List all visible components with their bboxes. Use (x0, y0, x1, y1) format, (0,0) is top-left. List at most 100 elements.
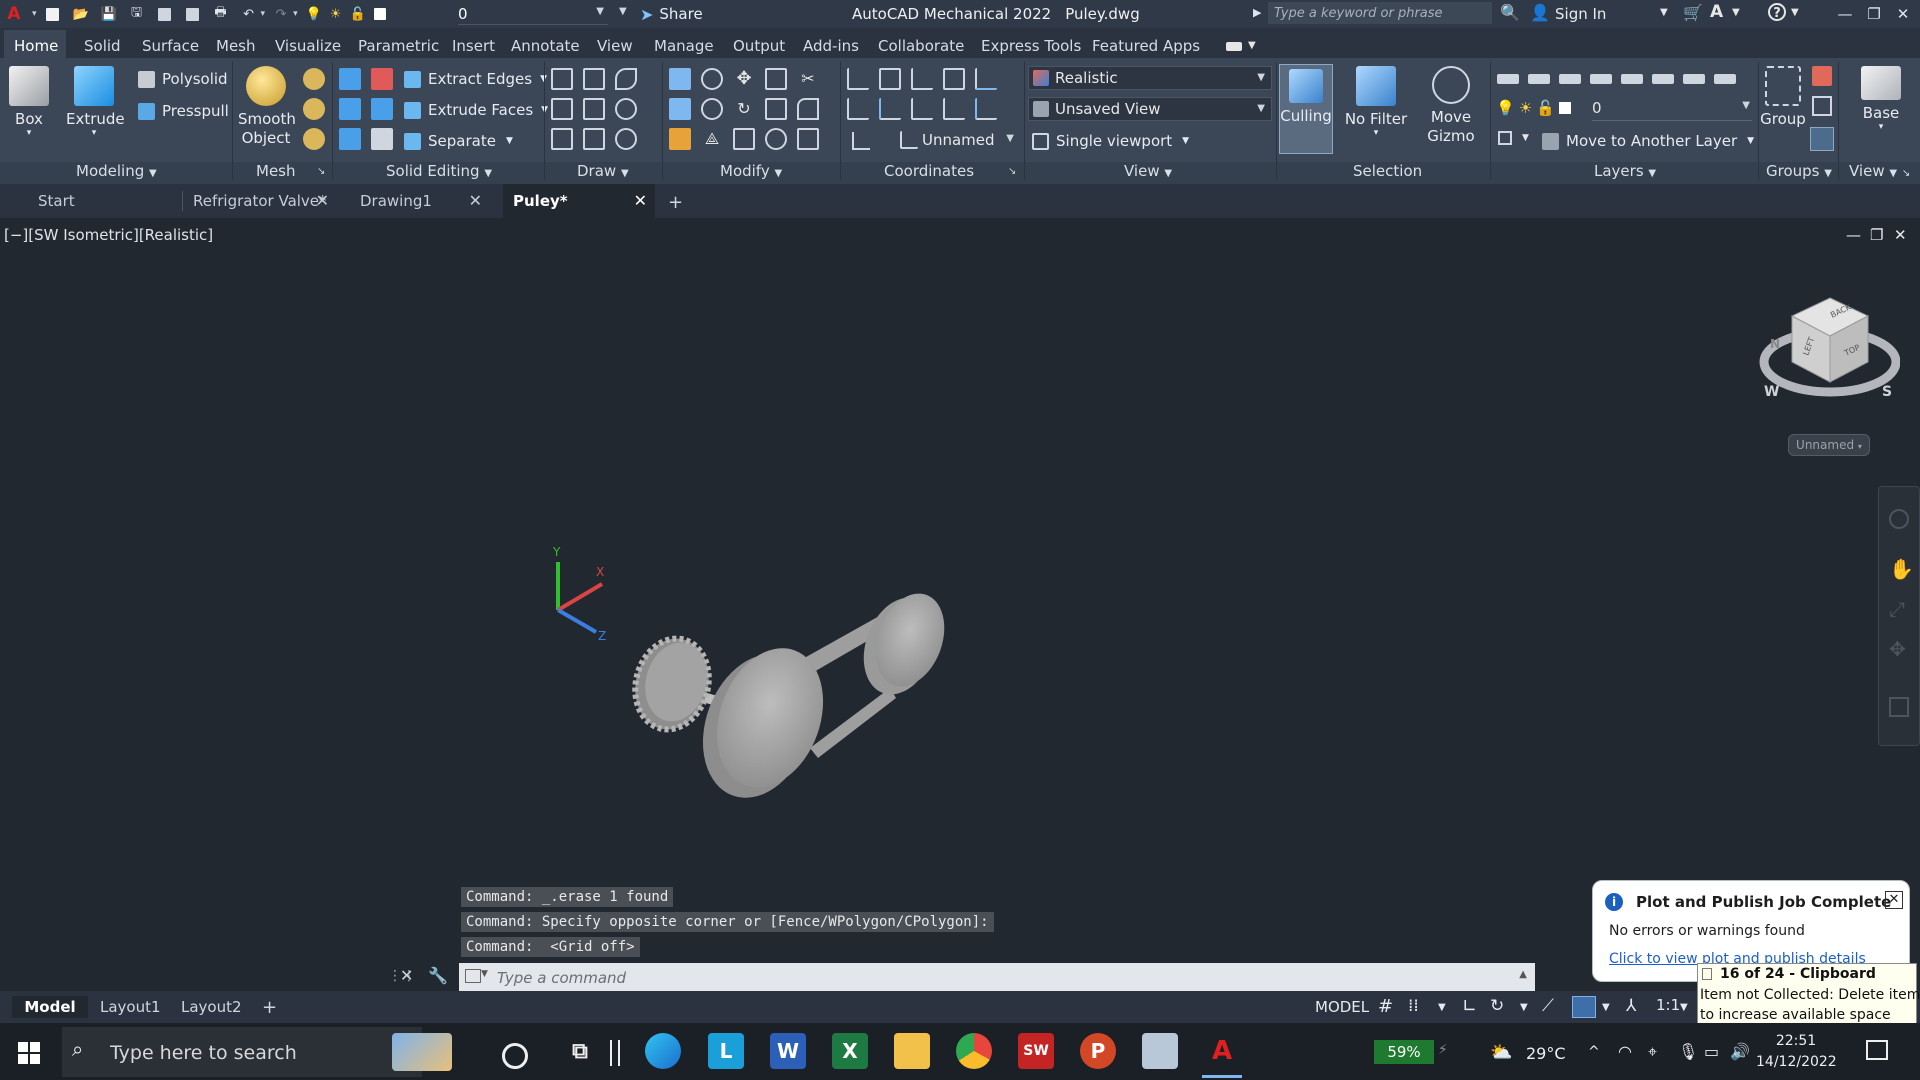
redo-chevron-icon[interactable]: ▾ (293, 9, 298, 19)
showmotion-icon[interactable] (1889, 697, 1909, 717)
spline-icon[interactable] (583, 68, 605, 90)
save-icon[interactable]: 💾 (99, 5, 119, 23)
stretch-icon[interactable] (765, 98, 787, 120)
isodraft-icon[interactable]: ⟋ (1542, 996, 1554, 1016)
cortana-icon[interactable] (502, 1043, 528, 1069)
clock-date[interactable]: 14/12/2022 (1756, 1054, 1837, 1070)
autocad-taskbar-icon[interactable]: A (1204, 1033, 1240, 1069)
help-icon[interactable]: ? (1768, 3, 1786, 21)
selection-cycling-icon[interactable] (1572, 996, 1596, 1018)
groups-panel-title[interactable]: Groups ▼ (1766, 162, 1832, 182)
ucs-z-icon[interactable] (943, 98, 965, 120)
layer-off-icon[interactable] (1528, 74, 1550, 84)
erase-icon[interactable] (669, 128, 691, 150)
offset-icon[interactable] (765, 128, 787, 150)
subtract-icon[interactable] (371, 68, 393, 90)
layer-sun-icon[interactable]: ☀ (326, 5, 346, 23)
viewport-config-button[interactable]: Single viewport ▼ (1032, 130, 1189, 152)
ortho-icon[interactable]: ∟ (1462, 996, 1477, 1017)
file-tab-puley[interactable]: Puley* ✕ (503, 184, 655, 218)
close-tab-icon[interactable]: ✕ (634, 191, 647, 210)
tab-manage[interactable]: Manage (654, 37, 714, 55)
mirror-icon[interactable] (669, 68, 691, 90)
layer-lock-icon[interactable]: 🔓 (1536, 99, 1555, 117)
lucidchart-app-icon[interactable]: L (708, 1033, 744, 1069)
annotation-scale[interactable]: 1:1 (1656, 996, 1680, 1014)
close-icon[interactable]: ✕ (1890, 2, 1916, 26)
layer-bulb-icon[interactable]: 💡 (1496, 99, 1515, 117)
ucs-y-icon[interactable] (911, 98, 933, 120)
viewport-close-icon[interactable]: ✕ (1894, 226, 1907, 244)
extrude-button[interactable]: Extrude ▾ (66, 66, 125, 138)
new-layout-plus-icon[interactable]: + (262, 996, 277, 1018)
layer-sun-icon[interactable]: ☀ (1519, 99, 1532, 117)
extract-edges-button[interactable]: Extract Edges▼ (404, 68, 547, 90)
ellipse-icon[interactable] (615, 128, 637, 150)
app-menu-chevron-icon[interactable]: ▾ (32, 9, 37, 19)
close-tab-icon[interactable]: ✕ (316, 191, 329, 210)
ucs-view-icon[interactable] (879, 68, 901, 90)
command-prompt-icon[interactable] (465, 969, 481, 983)
autocad-logo-icon[interactable]: A (4, 4, 24, 24)
snap-chevron-icon[interactable]: ▼ (1438, 1002, 1446, 1013)
cart-icon[interactable]: 🛒 (1683, 3, 1703, 22)
intersect-icon[interactable] (339, 98, 361, 120)
layer-unisolate-icon[interactable] (1683, 74, 1705, 84)
ucs-x-icon[interactable] (879, 98, 901, 120)
separate-button[interactable]: Separate ▼ (404, 130, 513, 152)
draw-panel-title[interactable]: Draw ▼ (577, 162, 629, 182)
3d-rotate-icon[interactable] (701, 68, 723, 90)
copy-icon[interactable] (765, 68, 787, 90)
ucs-world-icon[interactable] (847, 98, 869, 120)
tab-visualize[interactable]: Visualize (275, 37, 341, 55)
mesh-smooth-icon[interactable] (303, 128, 325, 150)
layout-tab-layout1[interactable]: Layout1 (100, 996, 161, 1018)
extrude-faces-button[interactable]: Extrude Faces▼ (404, 99, 548, 121)
tab-home[interactable]: Home (14, 37, 58, 55)
circle-icon[interactable] (615, 98, 637, 120)
annotation-visibility-icon[interactable]: ⅄ (1626, 996, 1636, 1016)
visual-style-dropdown[interactable]: Realistic ▼ (1028, 66, 1272, 90)
ucs-object-icon[interactable] (943, 68, 965, 90)
polygon-icon[interactable] (551, 128, 573, 150)
search-icon[interactable]: 🔍 (1500, 3, 1520, 22)
layer-bulb-icon[interactable]: 💡 (304, 5, 324, 23)
interfere-icon[interactable] (371, 98, 393, 120)
slice-icon[interactable] (339, 128, 361, 150)
rotate-icon[interactable]: ↻ (733, 98, 755, 120)
ribbon-minimize-icon[interactable] (1226, 42, 1242, 51)
scale-chevron-icon[interactable]: ▼ (1680, 1002, 1688, 1013)
file-tab-drawing1[interactable]: Drawing1 ✕ (350, 184, 490, 218)
tab-express-tools[interactable]: Express Tools (981, 37, 1081, 55)
minimize-icon[interactable]: — (1832, 2, 1858, 26)
move-to-layer-button[interactable]: Move to Another Layer ▼ (1542, 130, 1754, 152)
viewport-controls-label[interactable]: [−][SW Isometric][Realistic] (4, 226, 213, 244)
windows-start-icon[interactable] (18, 1042, 40, 1064)
title-arrow-icon[interactable]: ▶ (1253, 6, 1261, 19)
sign-in-chevron-icon[interactable]: ▼ (1660, 7, 1668, 18)
mesh-crease-icon[interactable] (303, 98, 325, 120)
polyline-icon[interactable] (551, 68, 573, 90)
sign-in-link[interactable]: Sign In (1555, 5, 1606, 23)
notification-close-icon[interactable]: ✕ (1885, 891, 1903, 909)
plot-icon[interactable]: 🖶 (211, 5, 231, 23)
tab-featured-apps[interactable]: Featured Apps (1092, 37, 1200, 55)
box-button[interactable]: Box ▾ (6, 66, 52, 138)
recent-commands-chevron-icon[interactable]: ▼ (481, 969, 488, 979)
tab-surface[interactable]: Surface (142, 37, 199, 55)
new-file-icon[interactable] (43, 5, 63, 23)
restore-icon[interactable]: ❐ (1861, 2, 1887, 26)
pan-icon[interactable]: ✋ (1889, 557, 1914, 581)
autodesk-app-store-icon[interactable]: A (1710, 2, 1723, 22)
grid-icon[interactable]: # (1378, 996, 1393, 1017)
viewport-minimize-icon[interactable]: — (1846, 226, 1861, 244)
viewport-restore-icon[interactable]: ❐ (1870, 226, 1883, 244)
help-chevron-icon[interactable]: ▼ (1791, 7, 1799, 18)
layer-match-icon[interactable] (1652, 74, 1674, 84)
rectangle-icon[interactable] (583, 128, 605, 150)
layer-walk-icon[interactable] (1714, 74, 1736, 84)
ucs-3point-icon[interactable] (975, 68, 997, 90)
fillet-edge-icon[interactable] (669, 98, 691, 120)
layer-isolate-icon[interactable] (1559, 74, 1581, 84)
layout-tab-layout2[interactable]: Layout2 (181, 996, 242, 1018)
